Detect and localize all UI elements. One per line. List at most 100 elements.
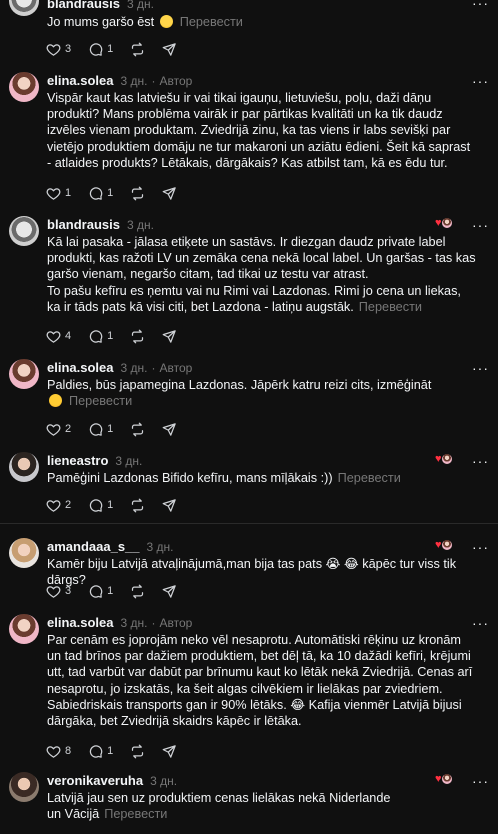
avatar[interactable] (9, 614, 39, 644)
avatar[interactable] (9, 72, 39, 102)
timestamp[interactable]: 3 дн. (150, 774, 177, 788)
like-count: 4 (65, 330, 72, 342)
comment-actions: 1 1 (46, 185, 194, 201)
timestamp[interactable]: 3 дн. (115, 454, 142, 468)
repost-icon (132, 422, 144, 436)
avatar[interactable] (9, 538, 39, 568)
comment-actions: 3 1 (46, 41, 194, 57)
repost-button[interactable] (130, 329, 145, 344)
avatar[interactable] (9, 0, 39, 16)
heart-icon (46, 585, 61, 598)
heart-icon (46, 499, 61, 512)
liked-by-author-badge: ♥ (435, 453, 453, 465)
like-button[interactable]: 3 (46, 584, 71, 599)
translate-link[interactable]: Перевести (69, 394, 132, 408)
reply-count: 1 (107, 745, 114, 757)
reply-button[interactable]: 1 (88, 186, 113, 201)
repost-button[interactable] (130, 42, 145, 57)
username[interactable]: blandrausis (47, 217, 120, 232)
timestamp[interactable]: 3 дн. (120, 361, 147, 375)
comment-header: lieneastro 3 дн. (47, 453, 142, 468)
repost-button[interactable] (130, 584, 145, 599)
avatar[interactable] (9, 452, 39, 482)
more-icon[interactable]: ··· (472, 774, 489, 788)
like-button[interactable]: 4 (46, 329, 71, 344)
like-button[interactable]: 3 (46, 42, 71, 57)
timestamp[interactable]: 3 дн. (127, 218, 154, 232)
comment-header: veronikaveruha 3 дн. (47, 773, 177, 788)
repost-icon (132, 584, 144, 598)
reply-button[interactable]: 1 (88, 498, 113, 513)
more-icon[interactable]: ··· (472, 454, 489, 468)
username[interactable]: elina.solea (47, 360, 113, 375)
comment-icon (89, 498, 103, 512)
avatar[interactable] (9, 772, 39, 802)
share-button[interactable] (162, 42, 177, 57)
more-icon[interactable]: ··· (472, 540, 489, 554)
more-icon[interactable]: ··· (472, 74, 489, 88)
comment-actions: 3 1 (46, 583, 194, 599)
heart-icon (46, 187, 61, 200)
reply-count: 1 (107, 585, 114, 597)
repost-button[interactable] (130, 498, 145, 513)
translate-link[interactable]: Перевести (338, 471, 401, 485)
repost-icon (132, 498, 144, 512)
timestamp[interactable]: 3 дн. (147, 540, 174, 554)
separator-dot: · (151, 361, 156, 375)
thread-divider (0, 523, 498, 524)
share-button[interactable] (162, 422, 177, 437)
username[interactable]: elina.solea (47, 615, 113, 630)
heart-icon (46, 423, 61, 436)
avatar[interactable] (9, 216, 39, 246)
more-icon[interactable]: ··· (472, 616, 489, 630)
author-avatar-mini (441, 539, 453, 551)
avatar[interactable] (9, 359, 39, 389)
timestamp[interactable]: 3 дн. (127, 0, 154, 11)
comment-text: Pamēģini Lazdonas Bifido kefīru, mans mī… (47, 470, 477, 486)
reply-button[interactable]: 1 (88, 744, 113, 759)
comment-header: elina.solea 3 дн. · Автор (47, 360, 192, 375)
share-button[interactable] (162, 584, 177, 599)
more-icon[interactable]: ··· (472, 361, 489, 375)
username[interactable]: elina.solea (47, 73, 113, 88)
share-button[interactable] (162, 498, 177, 513)
timestamp[interactable]: 3 дн. (120, 74, 147, 88)
comment-text-content: Latvijā jau sen uz produktiem cenas liel… (47, 791, 391, 822)
share-button[interactable] (162, 329, 177, 344)
reply-button[interactable]: 1 (88, 584, 113, 599)
timestamp[interactable]: 3 дн. (120, 616, 147, 630)
username[interactable]: blandrausis (47, 0, 120, 11)
comment-actions: 8 1 (46, 743, 194, 759)
like-button[interactable]: 1 (46, 186, 71, 201)
repost-button[interactable] (130, 744, 145, 759)
author-tag: Автор (159, 616, 193, 630)
reply-button[interactable]: 1 (88, 329, 113, 344)
username[interactable]: amandaaa_s__ (47, 539, 140, 554)
reply-count: 1 (107, 43, 114, 55)
translate-link[interactable]: Перевести (180, 15, 243, 29)
username[interactable]: lieneastro (47, 453, 108, 468)
like-button[interactable]: 2 (46, 498, 71, 513)
comment-icon (89, 584, 103, 598)
more-icon[interactable]: ··· (472, 0, 489, 10)
comment-actions: 2 1 (46, 497, 194, 513)
repost-icon (132, 329, 144, 343)
username[interactable]: veronikaveruha (47, 773, 143, 788)
heart-icon (46, 330, 61, 343)
reply-button[interactable]: 1 (88, 42, 113, 57)
like-button[interactable]: 8 (46, 744, 71, 759)
translate-link[interactable]: Перевести (104, 807, 167, 821)
translate-link[interactable]: Перевести (359, 300, 422, 314)
repost-button[interactable] (130, 186, 145, 201)
reply-button[interactable]: 1 (88, 422, 113, 437)
more-icon[interactable]: ··· (472, 218, 489, 232)
comment-text: Vispār kaut kas latviešu ir vai tikai ig… (47, 91, 471, 170)
comment-header: blandrausis 3 дн. (47, 0, 154, 11)
share-button[interactable] (162, 744, 177, 759)
like-count: 3 (65, 43, 72, 55)
author-avatar-mini (441, 453, 453, 465)
like-button[interactable]: 2 (46, 422, 71, 437)
share-button[interactable] (162, 186, 177, 201)
share-icon (162, 422, 176, 436)
repost-button[interactable] (130, 422, 145, 437)
